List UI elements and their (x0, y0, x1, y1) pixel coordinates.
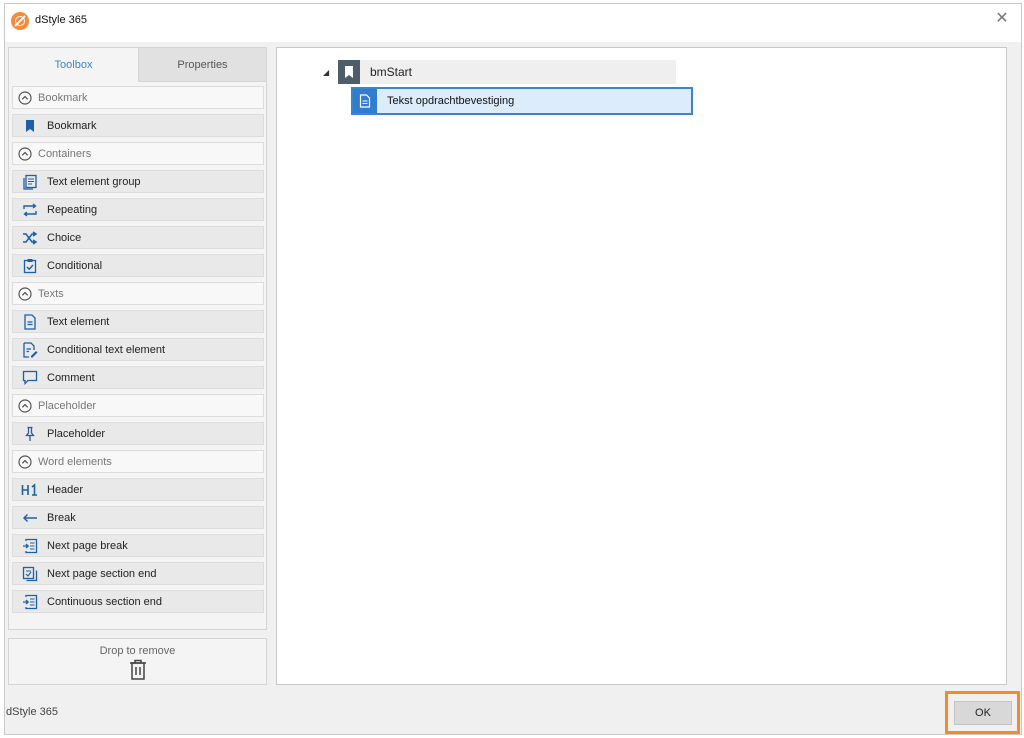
next-page-break-icon (21, 537, 39, 555)
chevron-up-circle-icon (16, 285, 34, 303)
chevron-up-circle-icon (16, 89, 34, 107)
toolbox-item-label: Break (47, 511, 76, 524)
tree-node-child[interactable]: Tekst opdrachtbevestiging (351, 87, 693, 115)
toolbox-item-next-page-section-end[interactable]: Next page section end (12, 562, 264, 585)
toolbox-item-continuous-section-end[interactable]: Continuous section end (12, 590, 264, 613)
document-tree-panel: ◢ bmStart Tekst opdrachtbevestiging (276, 47, 1007, 685)
drop-zone-label: Drop to remove (99, 645, 176, 657)
title-bar: dStyle 365 ✕ (5, 4, 1021, 42)
tab-properties[interactable]: Properties (138, 48, 266, 82)
toolbox-item-label: Comment (47, 371, 95, 384)
toolbox-item-conditional[interactable]: Conditional (12, 254, 264, 277)
ok-button[interactable]: OK (954, 701, 1012, 725)
toolbox-item-header[interactable]: Header (12, 478, 264, 501)
section-label: Containers (38, 147, 92, 160)
toolbox-item-label: Continuous section end (47, 595, 162, 608)
pin-icon (21, 425, 39, 443)
expand-triangle-icon[interactable]: ◢ (323, 68, 329, 77)
toolbox-item-label: Bookmark (47, 119, 97, 132)
section-label: Bookmark (38, 91, 88, 104)
tab-toolbox[interactable]: Toolbox (9, 48, 138, 82)
toolbox-item-placeholder[interactable]: Placeholder (12, 422, 264, 445)
toolbox-item-bookmark[interactable]: Bookmark (12, 114, 264, 137)
toolbox-item-label: Next page section end (47, 567, 157, 580)
close-button[interactable]: ✕ (993, 10, 1011, 28)
toolbox-item-text-element[interactable]: Text element (12, 310, 264, 333)
continuous-section-end-icon (21, 593, 39, 611)
section-label: Texts (38, 287, 64, 300)
app-logo-icon (11, 12, 29, 30)
repeat-icon (21, 201, 39, 219)
conditional-text-icon (21, 341, 39, 359)
section-containers[interactable]: Containers (12, 142, 264, 165)
section-label: Word elements (38, 455, 112, 468)
window-title: dStyle 365 (35, 14, 87, 26)
toolbox-item-label: Conditional text element (47, 343, 166, 356)
toolbox-item-label: Placeholder (47, 427, 106, 440)
h1-icon (21, 481, 39, 499)
toolbox-item-repeating[interactable]: Repeating (12, 198, 264, 221)
toolbox-item-choice[interactable]: Choice (12, 226, 264, 249)
section-word-elements[interactable]: Word elements (12, 450, 264, 473)
toolbox-item-label: Next page break (47, 539, 128, 552)
section-bookmark[interactable]: Bookmark (12, 86, 264, 109)
text-document-icon (21, 313, 39, 331)
chevron-up-circle-icon (16, 145, 34, 163)
toolbox-item-label: Conditional (47, 259, 103, 272)
comment-icon (21, 369, 39, 387)
toolbox-item-break[interactable]: Break (12, 506, 264, 529)
toolbox-panel: Toolbox Properties Bookmark Bookmark Con… (8, 47, 267, 630)
toolbox-item-label: Text element group (47, 175, 141, 188)
section-texts[interactable]: Texts (12, 282, 264, 305)
text-document-icon (353, 89, 377, 113)
toolbox-item-label: Choice (47, 231, 82, 244)
break-arrow-icon (21, 509, 39, 527)
chevron-up-circle-icon (16, 453, 34, 471)
panel-tabs: Toolbox Properties (9, 48, 266, 82)
toolbox-item-next-page-break[interactable]: Next page break (12, 534, 264, 557)
toolbox-item-text-element-group[interactable]: Text element group (12, 170, 264, 193)
tree-node-root[interactable]: bmStart (338, 60, 676, 84)
section-placeholder[interactable]: Placeholder (12, 394, 264, 417)
chevron-up-circle-icon (16, 397, 34, 415)
next-page-section-end-icon (21, 565, 39, 583)
status-bar-text: dStyle 365 (6, 706, 58, 718)
section-label: Placeholder (38, 399, 97, 412)
tree-node-label: Tekst opdrachtbevestiging (387, 95, 515, 107)
toolbox-item-label: Header (47, 483, 84, 496)
toolbox-item-conditional-text-element[interactable]: Conditional text element (12, 338, 264, 361)
conditional-icon (21, 257, 39, 275)
drop-to-remove-zone[interactable]: Drop to remove (8, 638, 267, 685)
toolbox-item-label: Text element (47, 315, 110, 328)
text-element-group-icon (21, 173, 39, 191)
bookmark-icon (338, 60, 360, 84)
trash-icon (129, 659, 147, 681)
tree-node-label: bmStart (370, 65, 413, 79)
shuffle-icon (21, 229, 39, 247)
toolbox-item-label: Repeating (47, 203, 98, 216)
bookmark-icon (21, 117, 39, 135)
toolbox-item-comment[interactable]: Comment (12, 366, 264, 389)
